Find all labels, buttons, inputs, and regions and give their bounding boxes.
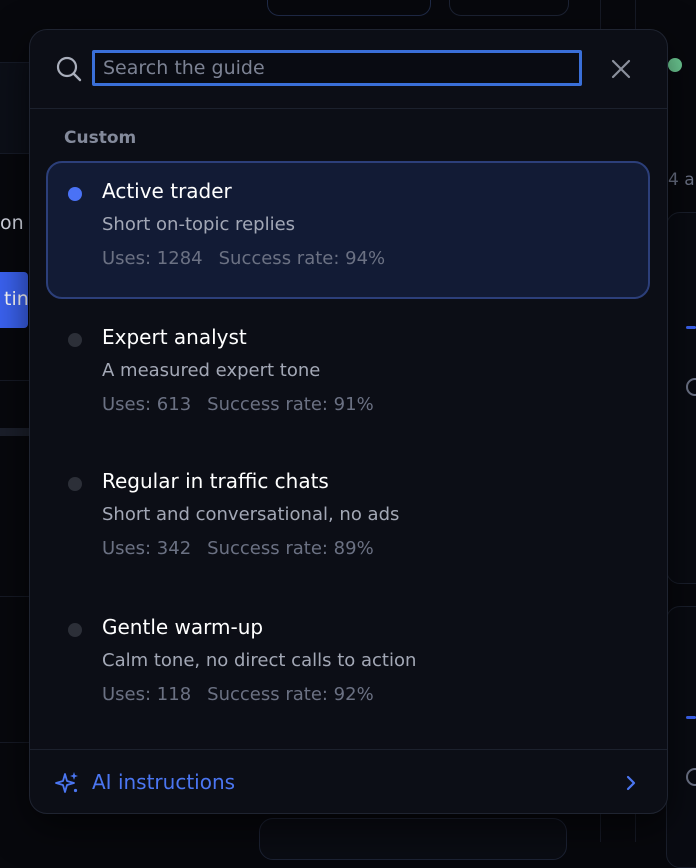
section-label: Custom (64, 128, 137, 148)
preset-description: Short on-topic replies (102, 214, 296, 235)
preset-uses: Uses: 613 (102, 394, 192, 415)
preset-item-regular-in-traffic-chats[interactable]: Regular in traffic chats Short and conve… (46, 451, 650, 589)
indicator-dot (68, 333, 82, 347)
indicator-dot (68, 477, 82, 491)
background-left-button[interactable]: tin (0, 272, 28, 328)
search-row (30, 30, 667, 109)
preset-description: Calm tone, no direct calls to action (102, 650, 417, 671)
preset-success-rate: Success rate: 94% (218, 248, 386, 269)
background-bottom-input[interactable] (259, 818, 567, 860)
preset-success-rate: Success rate: 89% (207, 538, 374, 559)
preset-uses: Uses: 1284 (102, 248, 203, 269)
background-top-button[interactable] (449, 0, 569, 16)
preset-uses: Uses: 342 (102, 538, 192, 559)
preset-title: Active trader (102, 179, 232, 203)
background-right-label: 4 a (668, 170, 695, 190)
preset-item-gentle-warm-up[interactable]: Gentle warm-up Calm tone, no direct call… (46, 597, 650, 735)
background-right-accent (686, 716, 696, 719)
background-right-card (666, 606, 696, 868)
search-icon (56, 56, 82, 82)
close-icon[interactable] (608, 56, 634, 82)
preset-uses: Uses: 118 (102, 684, 192, 705)
preset-item-active-trader[interactable]: Active trader Short on-topic replies Use… (46, 161, 650, 299)
background-top-tab[interactable] (267, 0, 431, 16)
chevron-right-icon (626, 775, 636, 791)
preset-success-rate: Success rate: 92% (207, 684, 374, 705)
preset-title: Regular in traffic chats (102, 469, 329, 493)
preset-description: A measured expert tone (102, 360, 321, 381)
selected-indicator-dot (68, 187, 82, 201)
preset-stats: Uses: 1284 Success rate: 94% (102, 248, 385, 269)
guide-search-popover: Custom Active trader Short on-topic repl… (29, 29, 668, 814)
sparkle-icon (55, 772, 78, 793)
preset-description: Short and conversational, no ads (102, 504, 400, 525)
search-input[interactable] (92, 50, 582, 86)
preset-title: Gentle warm-up (102, 615, 264, 639)
preset-stats: Uses: 613 Success rate: 91% (102, 394, 374, 415)
preset-item-expert-analyst[interactable]: Expert analyst A measured expert tone Us… (46, 307, 650, 445)
indicator-dot (68, 623, 82, 637)
preset-success-rate: Success rate: 91% (207, 394, 374, 415)
background-right-card (666, 212, 696, 584)
ai-instructions-button[interactable]: AI instructions (30, 749, 667, 813)
ai-instructions-label: AI instructions (92, 770, 236, 794)
background-left-panel (0, 62, 30, 154)
background-left-label: on (0, 212, 24, 234)
online-status-dot (668, 58, 682, 72)
preset-stats: Uses: 342 Success rate: 89% (102, 538, 374, 559)
preset-stats: Uses: 118 Success rate: 92% (102, 684, 374, 705)
background-left-rule (0, 742, 30, 743)
background-left-rule (0, 380, 30, 381)
background-right-accent (686, 326, 696, 329)
background-left-rule (0, 596, 30, 597)
background-left-button-label: tin (4, 288, 28, 310)
background-left-bar (0, 428, 30, 436)
preset-title: Expert analyst (102, 325, 247, 349)
